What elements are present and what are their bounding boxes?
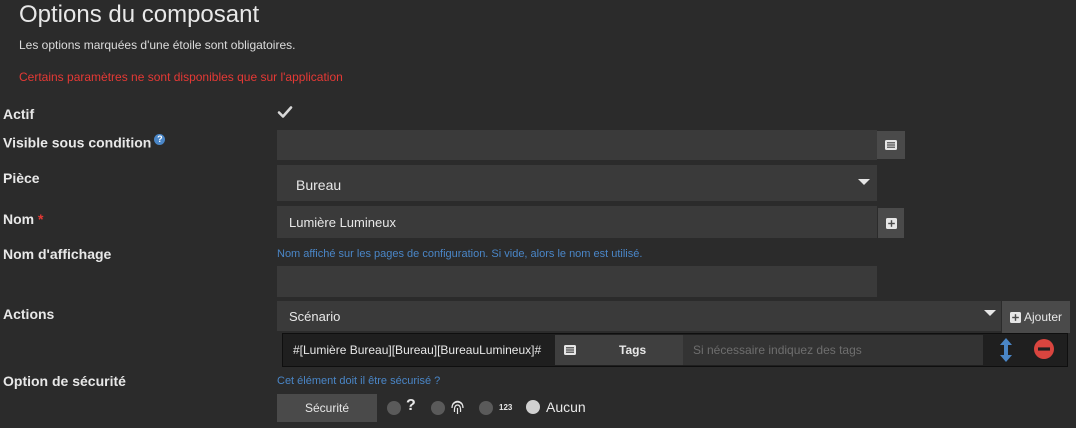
nom-input[interactable]: Lumière Lumineux <box>277 206 877 238</box>
radio-pin-code[interactable] <box>479 401 493 415</box>
nom-input-value: Lumière Lumineux <box>289 215 396 230</box>
app-only-warning: Certains paramètres ne sont disponibles … <box>19 70 343 84</box>
visible-condition-label: Visible sous condition? <box>3 134 166 151</box>
radio-aucun[interactable] <box>526 400 540 414</box>
tags-label: Tags <box>619 343 647 357</box>
nom-affichage-input[interactable] <box>277 266 877 297</box>
tags-button[interactable]: Tags <box>555 335 683 365</box>
nom-label-text: Nom <box>3 211 35 227</box>
move-vertical-icon[interactable] <box>999 338 1013 362</box>
add-action-button[interactable]: Ajouter <box>1002 301 1070 333</box>
list-icon <box>564 345 576 355</box>
page-subtitle: Les options marquées d'une étoile sont o… <box>19 38 296 52</box>
nom-affichage-hint: Nom affiché sur les pages de configurati… <box>277 248 643 260</box>
radio-question[interactable] <box>387 401 401 415</box>
nom-label: Nom * <box>3 211 43 227</box>
nom-add-button[interactable] <box>878 208 904 238</box>
add-action-label: Ajouter <box>1023 310 1063 324</box>
actions-type-select[interactable]: Scénario <box>277 301 1001 331</box>
securite-label: Option de sécurité <box>3 373 126 389</box>
visible-condition-input[interactable] <box>277 130 877 160</box>
actions-type-value: Scénario <box>289 309 341 324</box>
plus-square-icon <box>885 217 897 229</box>
actions-label: Actions <box>3 306 55 322</box>
action-command-field[interactable]: #[Lumière Bureau][Bureau][BureauLumineux… <box>283 334 555 366</box>
nom-affichage-label: Nom d'affichage <box>3 246 112 262</box>
chevron-down-icon <box>984 310 996 316</box>
piece-label: Pièce <box>3 170 40 186</box>
actif-checkbox[interactable] <box>277 104 293 120</box>
plus-square-icon <box>1009 311 1021 323</box>
help-icon[interactable]: ? <box>154 134 166 145</box>
securite-hint: Cet élément doit il être sécurisé ? <box>277 375 441 387</box>
required-marker: * <box>38 211 44 227</box>
pin-code-icon: 123 <box>499 403 513 412</box>
chevron-down-icon <box>858 179 870 185</box>
page-title: Options du composant <box>19 1 260 28</box>
visible-condition-label-text: Visible sous condition <box>3 134 152 151</box>
actif-label: Actif <box>3 106 35 122</box>
list-icon <box>885 140 897 150</box>
tags-input[interactable]: Si nécessaire indiquez des tags <box>683 335 983 365</box>
condition-list-button[interactable] <box>877 131 905 159</box>
piece-select-value: Bureau <box>296 177 342 193</box>
aucun-label: Aucun <box>546 399 586 415</box>
piece-select[interactable]: Bureau <box>277 165 877 201</box>
securite-button-label: Sécurité <box>304 401 350 415</box>
checkmark-icon <box>277 106 293 118</box>
action-row: #[Lumière Bureau][Bureau][BureauLumineux… <box>282 333 1068 367</box>
question-icon: ? <box>406 397 416 414</box>
remove-circle-icon[interactable] <box>1034 339 1054 359</box>
tags-placeholder: Si nécessaire indiquez des tags <box>693 343 862 357</box>
action-command-value: #[Lumière Bureau][Bureau][BureauLumineux… <box>293 343 542 357</box>
securite-button[interactable]: Sécurité <box>277 394 377 422</box>
fingerprint-icon <box>451 400 464 414</box>
radio-fingerprint[interactable] <box>431 401 445 415</box>
